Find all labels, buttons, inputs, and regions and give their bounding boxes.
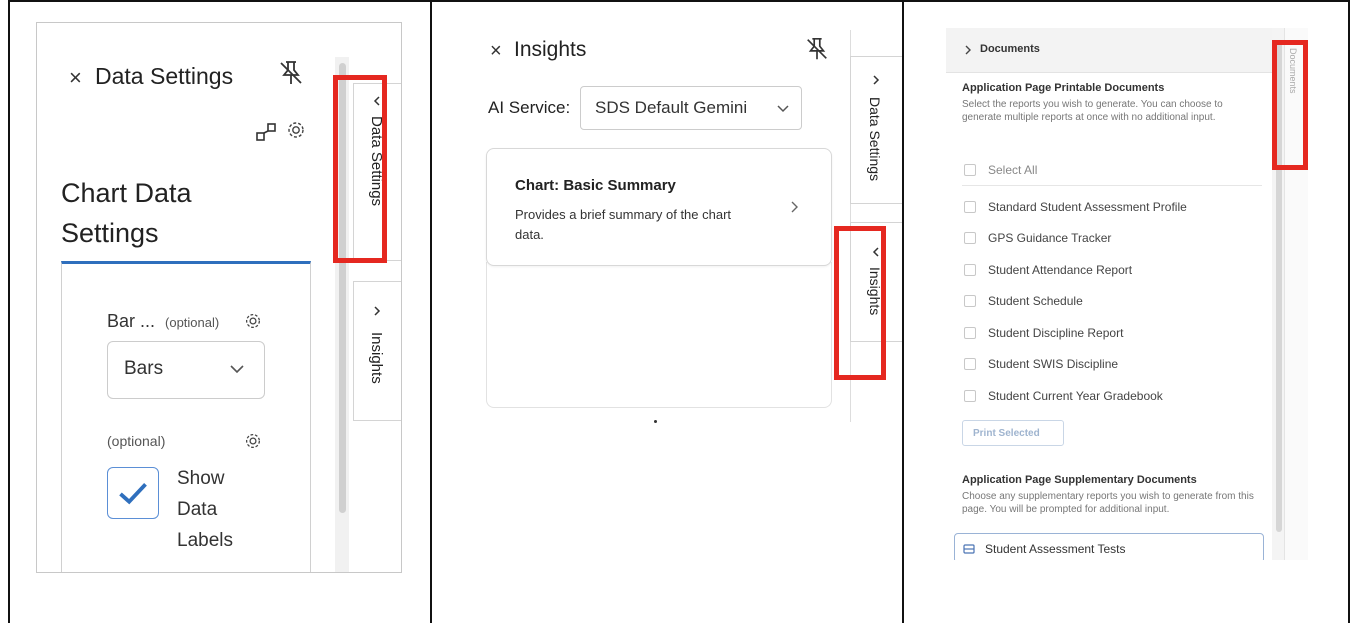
insight-card[interactable]: Chart: Basic Summary Provides a brief su… bbox=[486, 148, 832, 266]
button-label: Print Selected bbox=[973, 428, 1040, 439]
tab-label: Insights bbox=[368, 332, 385, 384]
bar-field-label: Bar ... (optional) bbox=[107, 311, 219, 332]
item-checkbox[interactable] bbox=[964, 327, 976, 339]
checkmark-icon bbox=[119, 483, 147, 505]
print-selected-button[interactable]: Print Selected bbox=[962, 420, 1064, 446]
supplementary-section-description: Choose any supplementary reports you wis… bbox=[962, 491, 1254, 515]
card-title: Chart: Basic Summary bbox=[515, 177, 676, 194]
highlight-box bbox=[1272, 40, 1308, 170]
unpin-icon[interactable] bbox=[277, 59, 305, 87]
documents-panel: Documents Application Page Printable Doc… bbox=[946, 28, 1308, 560]
gear-icon[interactable] bbox=[285, 119, 307, 141]
panel-title: Insights bbox=[514, 38, 587, 61]
column-divider-2 bbox=[902, 0, 904, 623]
chevron-right-icon bbox=[873, 75, 880, 85]
item-label: Student SWIS Discipline bbox=[988, 357, 1119, 371]
assessment-tests-item[interactable]: Student Assessment Tests bbox=[954, 533, 1264, 560]
tab-data-settings[interactable]: Data Settings bbox=[850, 56, 902, 204]
header-title: Documents bbox=[980, 43, 1040, 55]
unpin-icon[interactable] bbox=[804, 36, 830, 62]
item-checkbox[interactable] bbox=[964, 358, 976, 370]
checkbox-label: Show Data Labels bbox=[177, 468, 233, 551]
item-checkbox[interactable] bbox=[964, 264, 976, 276]
insights-panel: × Insights AI Service: SDS Default Gemin… bbox=[432, 0, 902, 623]
bar-label-text: Bar ... bbox=[107, 311, 156, 331]
bar-type-select[interactable]: Bars bbox=[107, 341, 265, 399]
item-label: Student Discipline Report bbox=[988, 326, 1124, 340]
item-label: Standard Student Assessment Profile bbox=[988, 200, 1187, 214]
highlight-box bbox=[333, 75, 387, 263]
chevron-right-icon bbox=[791, 201, 798, 213]
divider bbox=[962, 185, 1262, 186]
card-description: Provides a brief summary of the chart da… bbox=[515, 207, 732, 242]
item-checkbox[interactable] bbox=[964, 295, 976, 307]
item-label: Student Current Year Gradebook bbox=[988, 389, 1163, 403]
data-settings-panel: × Data Settings Chart Data Settings Bar … bbox=[36, 22, 402, 573]
documents-header[interactable]: Documents bbox=[946, 28, 1272, 73]
item-checkbox[interactable] bbox=[964, 201, 976, 213]
item-checkbox[interactable] bbox=[964, 390, 976, 402]
ai-service-select[interactable]: SDS Default Gemini bbox=[580, 86, 802, 130]
item-label: Student Assessment Tests bbox=[985, 542, 1126, 556]
chevron-down-icon bbox=[775, 101, 791, 117]
labels-settings-gear-icon[interactable] bbox=[243, 431, 263, 451]
bar-settings-gear-icon[interactable] bbox=[243, 311, 263, 331]
item-label: Student Attendance Report bbox=[988, 263, 1133, 277]
panel-title: Data Settings bbox=[95, 63, 234, 89]
card-shadow-area bbox=[486, 262, 832, 408]
close-button[interactable]: × bbox=[490, 40, 502, 63]
section-heading: Chart Data Settings bbox=[61, 178, 192, 248]
close-button[interactable]: × bbox=[69, 65, 82, 91]
select-all-checkbox[interactable] bbox=[964, 164, 976, 176]
show-data-labels-checkbox[interactable] bbox=[107, 467, 159, 519]
expand-icon[interactable] bbox=[255, 121, 277, 143]
tab-insights[interactable]: Insights bbox=[353, 281, 401, 421]
document-icon bbox=[963, 544, 975, 554]
highlight-box bbox=[834, 226, 886, 380]
select-value: Bars bbox=[124, 358, 164, 379]
ai-service-label: AI Service: bbox=[488, 98, 571, 117]
supplementary-section-title: Application Page Supplementary Documents bbox=[962, 474, 1197, 486]
cursor-dot bbox=[654, 420, 657, 423]
labels-optional-tag: (optional) bbox=[107, 433, 166, 449]
select-all-label: Select All bbox=[988, 163, 1038, 177]
item-checkbox[interactable] bbox=[964, 232, 976, 244]
tab-label: Data Settings bbox=[867, 97, 883, 182]
item-label: Student Schedule bbox=[988, 294, 1083, 308]
optional-tag: (optional) bbox=[165, 315, 220, 330]
printable-section-title: Application Page Printable Documents bbox=[962, 82, 1165, 94]
printable-section-description: Select the reports you wish to generate.… bbox=[962, 99, 1223, 123]
chevron-right-icon bbox=[965, 45, 971, 55]
select-value: SDS Default Gemini bbox=[595, 98, 748, 117]
chevron-right-icon bbox=[374, 306, 381, 316]
item-label: GPS Guidance Tracker bbox=[988, 231, 1112, 245]
chevron-down-icon bbox=[230, 365, 244, 374]
